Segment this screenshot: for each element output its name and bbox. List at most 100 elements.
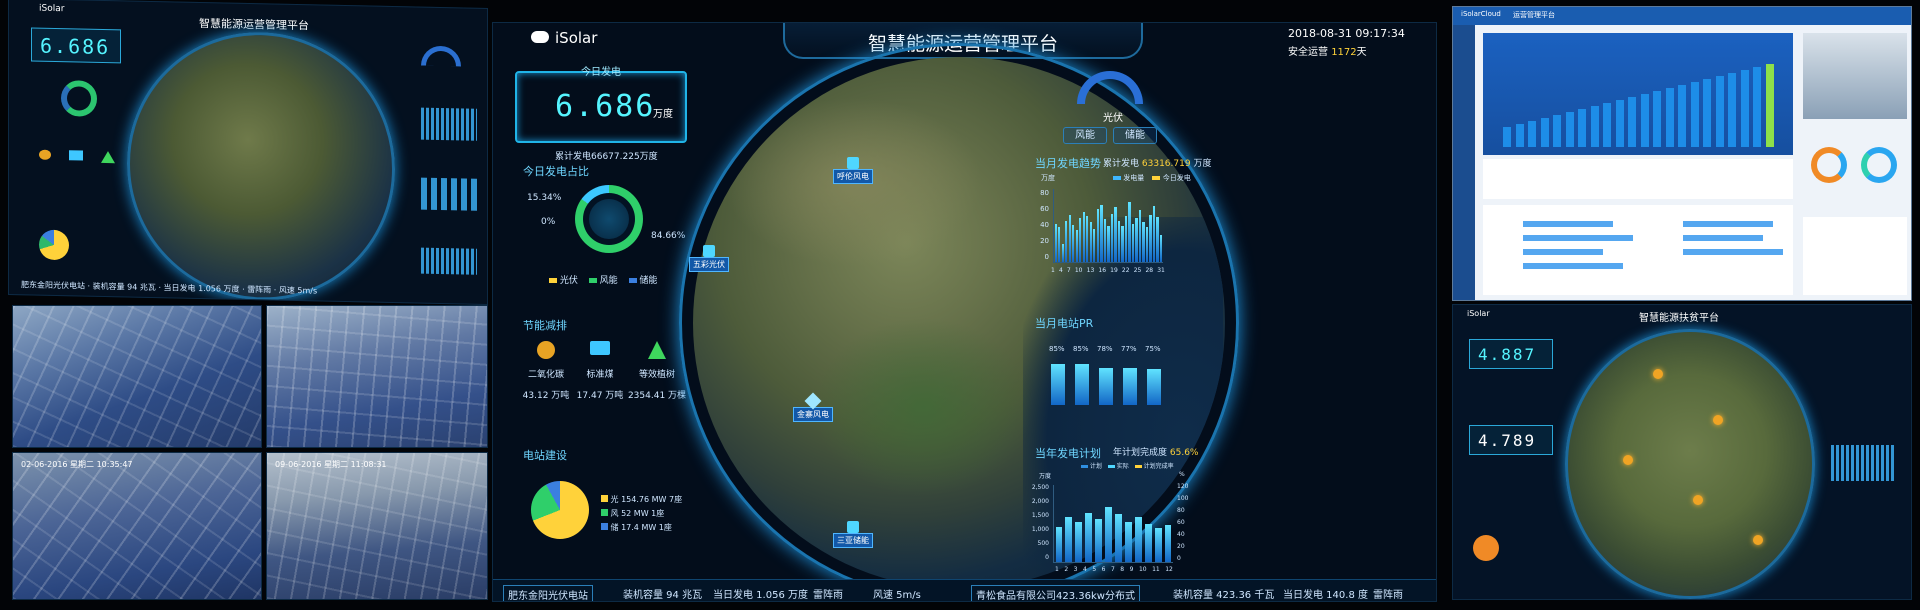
rt-bar — [1765, 64, 1774, 147]
map-marker-hulun[interactable]: 呼伦风电 — [833, 157, 873, 184]
pr-value-1: 85% — [1049, 345, 1065, 353]
plan-bar — [1124, 521, 1132, 562]
rt-main-chart — [1483, 33, 1793, 155]
trend-bar — [1089, 221, 1092, 262]
rt-bar — [1653, 91, 1661, 147]
cumulative-generation: 累计发电66677.225万度 — [555, 152, 658, 162]
rt-bar — [1703, 79, 1711, 147]
rb-counter-a: 4.887 — [1478, 345, 1537, 364]
today-label: 今日发电 — [581, 67, 621, 78]
trend-bar — [1058, 227, 1061, 262]
trend-bar — [1103, 219, 1107, 262]
ticker-weather-b: 雷阵雨 — [1373, 590, 1403, 601]
trend-bar — [1079, 218, 1082, 262]
rt-bar — [1678, 85, 1686, 147]
gauge-label: 光伏 — [1103, 113, 1123, 124]
trend-legend: 发电量 今日发电 — [1113, 173, 1191, 183]
pr-bar — [1099, 367, 1113, 405]
ticker-capacity-b: 装机容量 423.36 千瓦 — [1173, 590, 1275, 601]
rt-bar — [1553, 115, 1561, 147]
video-wall: iSolar 智慧能源运营管理平台 6.686 肥东金阳光伏电站 · 装机容量 … — [0, 0, 1920, 610]
rt-bar — [1528, 121, 1536, 147]
tab-wind[interactable]: 风能 — [1063, 127, 1107, 144]
trend-bar — [1093, 229, 1096, 262]
build-pie — [531, 481, 589, 539]
plan-bar — [1115, 514, 1122, 562]
rb-marker-sun-icon — [1693, 495, 1703, 505]
trend-unit: 万度 — [1041, 174, 1055, 182]
rb-counter-frame-b: 4.789 — [1469, 425, 1553, 455]
plan-rate: 年计划完成度 65.6% — [1113, 448, 1199, 458]
trend-bar — [1117, 220, 1121, 262]
rt-bar — [1740, 70, 1749, 147]
rt-photo — [1803, 33, 1907, 119]
plan-chart — [1053, 485, 1173, 563]
rt-bar — [1503, 127, 1511, 147]
energy-item-co2: 二氧化碳 43.12 万吨 — [519, 341, 573, 405]
rb-marker-sun-icon — [1753, 535, 1763, 545]
rt-bar — [1715, 76, 1724, 147]
pr-value-2: 85% — [1073, 345, 1089, 353]
rt-kpi-row — [1483, 159, 1793, 199]
map-marker-wucai[interactable]: 五彩光伏 — [689, 245, 729, 272]
rb-counter-frame-a: 4.887 — [1469, 339, 1553, 369]
right-bottom-screen: iSolar 智慧能源扶贫平台 4.887 4.789 — [1452, 304, 1912, 600]
trend-bar — [1124, 216, 1128, 262]
build-title: 电站建设 — [523, 449, 567, 462]
map-marker-sanya[interactable]: 三亚储能 — [833, 521, 873, 548]
pr-value-4: 77% — [1121, 345, 1137, 353]
ticker-wind-a: 风速 5m/s — [873, 590, 921, 601]
camera-feed-4-timestamp: 09-06-2016 星期二 11:08:31 — [275, 460, 387, 469]
center-screen: iSolar 智慧能源运营管理平台 2018-08-31 09:17:34 安全… — [492, 22, 1437, 602]
plan-bar — [1095, 518, 1103, 562]
plan-bar — [1154, 528, 1162, 562]
energy-item-coal: 标准煤 17.47 万吨 — [573, 341, 627, 405]
rb-title: 智慧能源扶贫平台 — [1639, 313, 1719, 324]
ticker-station-b[interactable]: 青松食品有限公司423.36kw分布式 — [971, 585, 1140, 601]
tab-storage[interactable]: 储能 — [1113, 127, 1157, 144]
ticker-station-a[interactable]: 肥东金阳光伏电站 — [503, 585, 593, 601]
left-globe — [127, 29, 395, 304]
trend-bar — [1152, 206, 1156, 262]
left-title: 智慧能源运营管理平台 — [199, 16, 309, 33]
ratio-donut — [575, 185, 643, 253]
plan-bar — [1105, 506, 1112, 562]
rb-mini-bars — [1831, 445, 1895, 481]
camera-feed-3-timestamp: 02-06-2016 星期二 10:35:47 — [21, 460, 133, 469]
rb-heart-badge — [1473, 535, 1499, 561]
pr-bar — [1123, 368, 1137, 405]
map-marker-jinzhai[interactable]: 金寨风电 — [793, 392, 833, 422]
pr-title: 当月电站PR — [1035, 317, 1094, 330]
trend-bar — [1068, 214, 1071, 262]
trend-bar — [1061, 243, 1064, 262]
left-energy-icons — [39, 149, 129, 172]
rt-header-text: 运营管理平台 — [1513, 11, 1555, 19]
rt-bar — [1615, 100, 1624, 147]
tree-icon — [648, 341, 666, 359]
station-icon — [847, 521, 859, 533]
rt-bar — [1515, 124, 1524, 147]
trend-bar — [1075, 230, 1078, 262]
trend-bar — [1121, 226, 1124, 262]
rb-counter-b: 4.789 — [1478, 431, 1537, 450]
trend-bar — [1110, 213, 1114, 262]
ratio-title: 今日发电占比 — [523, 165, 589, 178]
trend-y-axis: 80 60 40 20 0 — [1040, 189, 1049, 261]
rb-globe — [1565, 329, 1815, 599]
left-counter-frame: 6.686 — [31, 27, 121, 64]
rt-header: iSolarCloud 运营管理平台 — [1453, 7, 1911, 25]
pr-value-3: 78% — [1097, 345, 1113, 353]
trend-bar — [1138, 210, 1142, 262]
left-pie — [39, 229, 69, 261]
trend-bar — [1100, 205, 1103, 262]
ratio-left: 0% — [541, 217, 556, 227]
trend-title: 当月发电趋势 — [1035, 157, 1101, 170]
camera-feed-3: 02-06-2016 星期二 10:35:47 — [12, 452, 262, 600]
ticker-daily-b: 当日发电 140.8 度 — [1283, 590, 1368, 601]
today-panel: 今日发电 6.686 万度 — [515, 67, 687, 143]
rt-donut-2 — [1861, 147, 1897, 183]
rt-list — [1803, 217, 1907, 295]
trend-bar — [1156, 217, 1159, 262]
trend-bar — [1142, 221, 1145, 262]
ratio-right: 84.66% — [651, 231, 686, 241]
